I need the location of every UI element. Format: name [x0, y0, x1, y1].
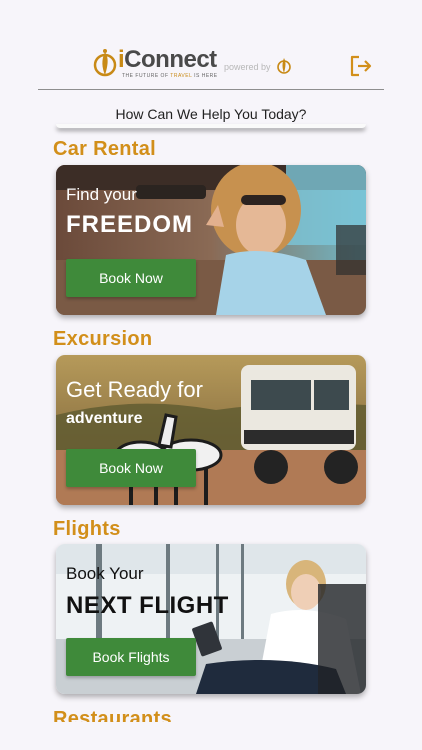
- brand-title: iConnect: [118, 46, 217, 73]
- section-title-car-rental: Car Rental: [53, 138, 157, 160]
- excursion-book-button[interactable]: Book Now: [66, 449, 196, 487]
- help-prompt: How Can We Help You Today?: [115, 106, 307, 122]
- section-title-flights: Flights: [53, 518, 121, 540]
- app-header: iConnect THE FUTURE OF TRAVEL IS HERE po…: [0, 0, 422, 92]
- help-prompt-underline: [56, 124, 366, 128]
- excursion-tagline: Get Ready for: [66, 377, 203, 402]
- excursion-headline: adventure: [66, 410, 143, 427]
- partner-logo-icon: [277, 58, 291, 74]
- excursion-card[interactable]: Get Ready for adventure Book Now: [56, 355, 366, 505]
- powered-by-label: powered by: [224, 62, 271, 72]
- bottom-clip: [0, 722, 422, 750]
- flights-tagline: Book Your: [66, 564, 144, 583]
- flights-card[interactable]: Book Your NEXT FLIGHT Book Flights: [56, 544, 366, 694]
- home-screen: iConnect THE FUTURE OF TRAVEL IS HERE po…: [0, 0, 422, 750]
- flights-headline: NEXT FLIGHT: [66, 592, 229, 619]
- brand-tagline: THE FUTURE OF TRAVEL IS HERE: [122, 73, 218, 79]
- car-rental-tagline: Find your: [66, 185, 137, 204]
- car-rental-card[interactable]: Find your FREEDOM Book Now: [56, 165, 366, 315]
- flights-book-button[interactable]: Book Flights: [66, 638, 196, 676]
- brand-mark-icon: [93, 49, 117, 77]
- iconnect-logo: iConnect THE FUTURE OF TRAVEL IS HERE po…: [92, 46, 297, 84]
- logout-icon[interactable]: [349, 54, 373, 78]
- car-rental-headline: FREEDOM: [66, 211, 193, 238]
- section-title-excursion: Excursion: [53, 328, 153, 350]
- header-divider: [38, 89, 384, 90]
- car-rental-book-button[interactable]: Book Now: [66, 259, 196, 297]
